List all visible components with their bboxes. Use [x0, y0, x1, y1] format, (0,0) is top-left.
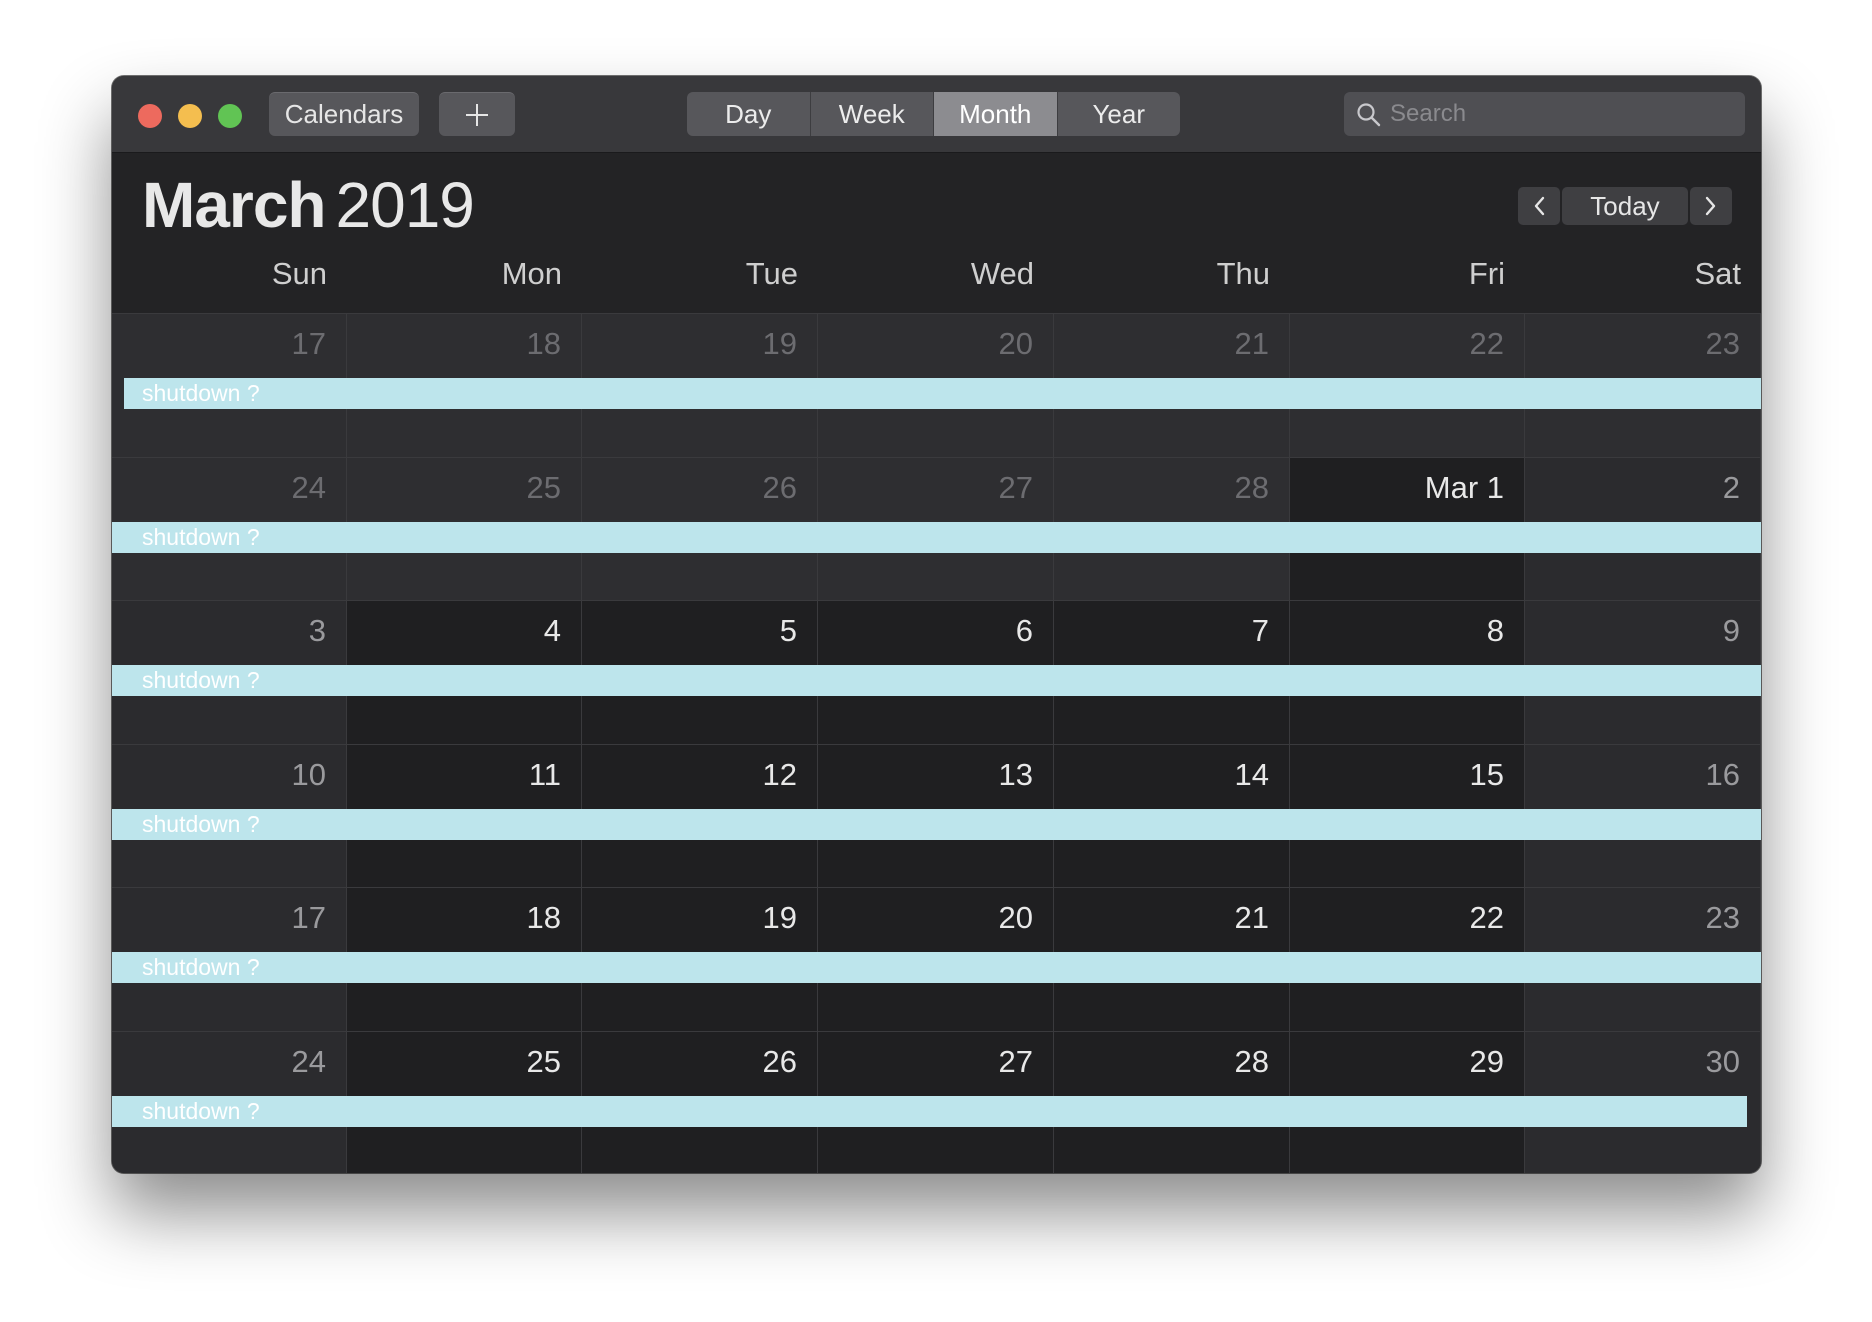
month-grid: 17 18 19 20 21 22 23 shutdown ? 24 25 26 27 28 Mar 12…: [112, 313, 1761, 1173]
day-number: 19: [762, 326, 797, 361]
day-number: 8: [1486, 613, 1504, 648]
day-number: 29: [1469, 1043, 1504, 1079]
event-bar[interactable]: shutdown ?: [112, 952, 1761, 983]
view-switcher: Day Week Month Year: [687, 92, 1180, 136]
day-number: 16: [1705, 756, 1740, 792]
view-tab-month[interactable]: Month: [934, 92, 1058, 136]
weekday-fri: Fri: [1468, 256, 1505, 291]
search-field[interactable]: [1344, 92, 1745, 136]
calendars-label: Calendars: [284, 99, 404, 129]
view-tab-day[interactable]: Day: [687, 92, 811, 136]
day-number: 22: [1469, 900, 1504, 935]
day-number: 9: [1722, 613, 1740, 648]
search-icon: [1357, 103, 1381, 127]
event-bar[interactable]: shutdown ?: [112, 665, 1761, 696]
weekday-sat: Sat: [1694, 256, 1741, 291]
calendar-window: Calendars DayWeekMonthYear March2019 Tod…: [112, 76, 1761, 1173]
weekday-wed: Wed: [970, 256, 1034, 291]
day-number: 22: [1469, 326, 1504, 361]
day-number: 20: [998, 326, 1033, 361]
weekday-thu: Thu: [1216, 256, 1270, 291]
zoom-button[interactable]: [218, 104, 242, 128]
day-number: 20: [998, 900, 1033, 935]
event-bar[interactable]: shutdown ?: [112, 808, 1761, 840]
day-number: 13: [998, 756, 1033, 792]
day-number: 4: [543, 613, 561, 648]
day-number: 12: [762, 756, 797, 792]
day-number: 23: [1705, 900, 1740, 935]
day-number: 27: [998, 1043, 1033, 1079]
day-number: 27: [998, 469, 1033, 505]
day-number: 21: [1234, 326, 1269, 361]
minimize-button[interactable]: [178, 104, 202, 128]
next-month-button[interactable]: [1690, 187, 1732, 225]
weekday-tue: Tue: [745, 256, 798, 291]
day-number: 17: [291, 326, 326, 361]
day-number: Mar 1: [1424, 469, 1504, 505]
weekday-header: Sun Mon Tue Wed Thu Fri Sat: [112, 256, 1761, 292]
event-bar[interactable]: shutdown ?: [124, 378, 1761, 409]
day-number: 10: [291, 756, 326, 792]
plus-icon: [466, 103, 488, 126]
day-number: 28: [1234, 469, 1269, 505]
month-label: March: [142, 169, 326, 241]
day-number: 25: [526, 1043, 561, 1079]
weekday-sun: Sun: [271, 256, 327, 291]
day-number: 21: [1234, 900, 1269, 935]
day-number: 6: [1015, 613, 1033, 648]
today-button[interactable]: Today: [1562, 187, 1688, 225]
view-tab-week[interactable]: Week: [811, 92, 934, 136]
day-number: 26: [762, 1043, 797, 1079]
day-number: 7: [1251, 613, 1269, 648]
day-number: 23: [1705, 326, 1740, 361]
day-number: 25: [526, 469, 561, 505]
year-label: 2019: [335, 169, 475, 241]
day-number: 2: [1722, 469, 1740, 505]
day-number: 15: [1469, 756, 1504, 792]
day-number: 18: [526, 326, 561, 361]
previous-month-button[interactable]: [1518, 187, 1560, 225]
close-button[interactable]: [138, 104, 162, 128]
day-number: 28: [1234, 1043, 1269, 1079]
today-label: Today: [1590, 190, 1660, 221]
day-number: 24: [291, 1043, 326, 1079]
search-input[interactable]: [1390, 92, 1730, 136]
day-number: 30: [1705, 1043, 1740, 1079]
event-bar[interactable]: shutdown ?: [112, 521, 1761, 553]
day-number: 18: [526, 900, 561, 935]
day-number: 3: [308, 613, 326, 648]
day-number: 11: [528, 756, 561, 792]
day-number: 24: [291, 469, 326, 505]
day-number: 14: [1234, 756, 1269, 792]
chevron-left-icon: [1534, 196, 1545, 216]
weekday-mon: Mon: [501, 256, 562, 291]
day-number: 19: [762, 900, 797, 935]
view-tab-year[interactable]: Year: [1058, 92, 1181, 136]
calendars-button[interactable]: Calendars: [269, 92, 419, 136]
event-bar[interactable]: shutdown ?: [112, 1095, 1747, 1127]
day-number: 17: [291, 900, 326, 935]
page-title: March 2019: [142, 168, 475, 242]
add-event-button[interactable]: [439, 92, 515, 136]
day-number: 26: [762, 469, 797, 505]
day-number: 5: [779, 613, 797, 648]
title-bar: Calendars Day Week Month Year: [112, 76, 1761, 153]
chevron-right-icon: [1705, 196, 1716, 216]
